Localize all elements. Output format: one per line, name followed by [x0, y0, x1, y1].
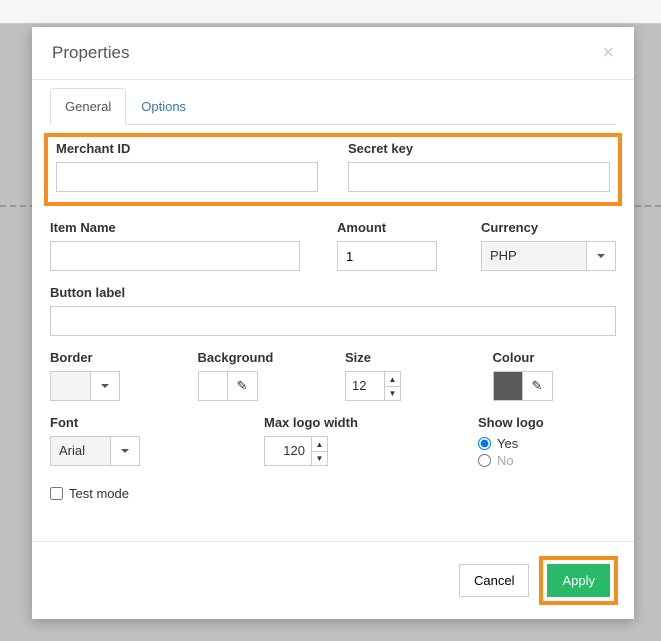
font-label: Font [50, 415, 240, 430]
modal-body: General Options Merchant ID Secret key I… [32, 80, 634, 541]
chevron-up-icon[interactable]: ▲ [385, 371, 401, 386]
button-label-label: Button label [50, 285, 616, 300]
background-colorpicker[interactable]: ✎ [198, 371, 322, 401]
border-value [51, 372, 91, 400]
background-label: Background [198, 350, 322, 365]
test-mode-label: Test mode [69, 486, 129, 501]
show-logo-no-label: No [497, 453, 514, 468]
tab-general[interactable]: General [50, 88, 126, 125]
tabs: General Options [50, 88, 616, 125]
properties-modal: Properties × General Options Merchant ID… [32, 27, 634, 619]
max-logo-width-value: 120 [264, 436, 312, 466]
font-select[interactable]: Arial [50, 436, 140, 466]
max-logo-width-label: Max logo width [264, 415, 454, 430]
modal-title: Properties [52, 43, 129, 63]
secret-key-label: Secret key [348, 141, 610, 156]
item-name-label: Item Name [50, 220, 313, 235]
merchant-id-label: Merchant ID [56, 141, 318, 156]
chevron-down-icon [91, 372, 119, 400]
close-icon[interactable]: × [602, 43, 614, 63]
merchant-id-input[interactable] [56, 162, 318, 192]
max-logo-width-stepper[interactable]: 120 ▲ ▼ [264, 436, 454, 466]
border-label: Border [50, 350, 174, 365]
show-logo-label: Show logo [478, 415, 616, 430]
modal-header: Properties × [32, 27, 634, 80]
pencil-icon: ✎ [228, 371, 258, 401]
chevron-down-icon [587, 242, 615, 270]
button-label-input[interactable] [50, 306, 616, 336]
currency-value: PHP [482, 242, 587, 270]
pencil-icon: ✎ [523, 371, 553, 401]
size-value: 12 [345, 371, 385, 401]
tab-options[interactable]: Options [126, 88, 201, 124]
chevron-down-icon[interactable]: ▼ [312, 451, 328, 466]
editor-toolbar [0, 0, 661, 24]
test-mode-checkbox[interactable] [50, 487, 63, 500]
modal-footer: Cancel Apply [32, 541, 634, 619]
size-stepper[interactable]: 12 ▲ ▼ [345, 371, 469, 401]
size-label: Size [345, 350, 469, 365]
background-swatch [198, 371, 228, 401]
show-logo-yes-label: Yes [497, 436, 518, 451]
colour-swatch [493, 371, 523, 401]
chevron-down-icon[interactable]: ▼ [385, 386, 401, 401]
show-logo-no-radio[interactable] [478, 454, 491, 467]
chevron-down-icon [111, 437, 139, 465]
border-select[interactable] [50, 371, 120, 401]
cancel-button[interactable]: Cancel [459, 564, 529, 597]
colour-label: Colour [493, 350, 617, 365]
show-logo-yes-radio[interactable] [478, 437, 491, 450]
required-credentials-highlight: Merchant ID Secret key [44, 133, 622, 206]
secret-key-input[interactable] [348, 162, 610, 192]
chevron-up-icon[interactable]: ▲ [312, 436, 328, 451]
currency-select[interactable]: PHP [481, 241, 616, 271]
amount-label: Amount [337, 220, 457, 235]
amount-input[interactable] [337, 241, 437, 271]
font-value: Arial [51, 437, 111, 465]
colour-colorpicker[interactable]: ✎ [493, 371, 617, 401]
item-name-input[interactable] [50, 241, 300, 271]
apply-highlight: Apply [539, 556, 618, 605]
apply-button[interactable]: Apply [547, 564, 610, 597]
currency-label: Currency [481, 220, 616, 235]
